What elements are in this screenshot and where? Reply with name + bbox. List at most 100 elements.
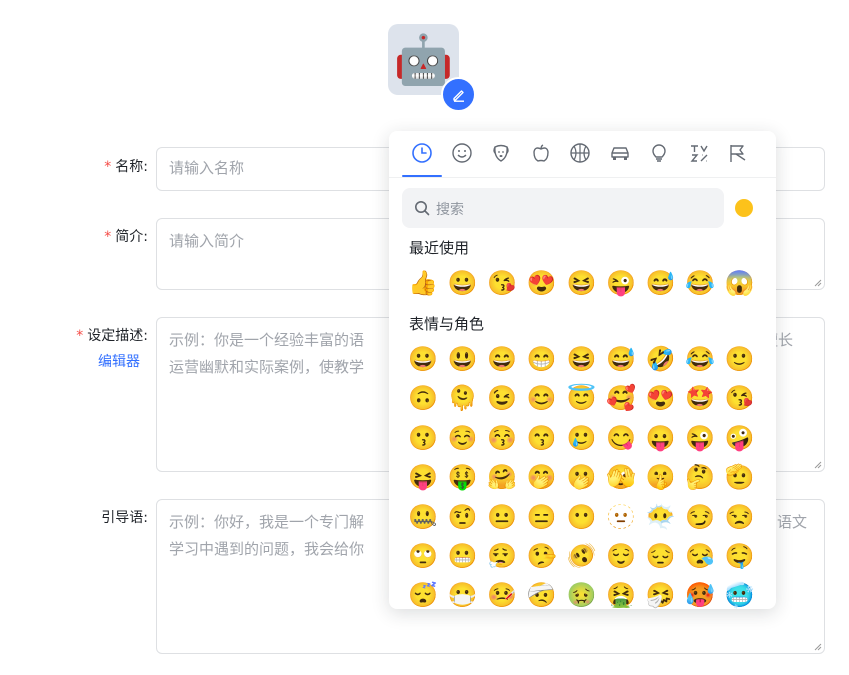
emoji-item[interactable]: 🥰: [606, 383, 636, 413]
emoji-item[interactable]: 🥲: [566, 423, 596, 453]
emoji-item[interactable]: 🤐: [408, 502, 438, 532]
emoji-item[interactable]: 🙂: [725, 344, 755, 374]
emoji-item[interactable]: 😛: [646, 423, 676, 453]
emoji-item[interactable]: 😀: [448, 268, 478, 298]
emoji-item[interactable]: 🫨: [566, 541, 596, 571]
emoji-item[interactable]: 🫥: [606, 502, 636, 532]
emoji-item[interactable]: 🤫: [646, 462, 676, 492]
edit-avatar-button[interactable]: [441, 77, 476, 112]
emoji-item[interactable]: 🤔: [685, 462, 715, 492]
section-title-smileys: 表情与角色: [409, 315, 485, 333]
tab-animals[interactable]: [489, 141, 513, 165]
emoji-item[interactable]: 😆: [566, 344, 596, 374]
resize-handle-icon[interactable]: [814, 643, 822, 651]
emoji-item[interactable]: 😌: [606, 541, 636, 571]
resize-handle-icon[interactable]: [814, 461, 822, 469]
name-placeholder: 请输入名称: [169, 159, 245, 177]
emoji-item[interactable]: 😅: [646, 268, 676, 298]
emoji-item[interactable]: 😍: [527, 268, 557, 298]
emoji-item[interactable]: 😅: [606, 344, 636, 374]
emoji-item[interactable]: 🤮: [606, 580, 636, 609]
symbols-icon: [690, 145, 708, 162]
emoji-item[interactable]: 🤢: [566, 580, 596, 609]
skin-tone-button[interactable]: [735, 199, 753, 217]
intro-placeholder: 请输入简介: [169, 232, 245, 250]
emoji-item[interactable]: ☺️: [448, 423, 478, 453]
emoji-item[interactable]: 😊: [527, 383, 557, 413]
emoji-item[interactable]: 😃: [448, 344, 478, 374]
emoji-item[interactable]: 🤤: [725, 541, 755, 571]
emoji-item[interactable]: 😂: [685, 268, 715, 298]
name-label: * 名称:: [104, 159, 148, 175]
emoji-item[interactable]: 🤒: [487, 580, 517, 609]
emoji-item[interactable]: 😙: [527, 423, 557, 453]
emoji-item[interactable]: 🫡: [725, 462, 755, 492]
tab-activities[interactable]: [568, 141, 592, 165]
dog-icon: [493, 144, 509, 162]
emoji-item[interactable]: 🫠: [448, 383, 478, 413]
tab-objects[interactable]: [647, 141, 671, 165]
emoji-item[interactable]: 😆: [566, 268, 596, 298]
emoji-item[interactable]: 😁: [527, 344, 557, 374]
emoji-item[interactable]: 😇: [566, 383, 596, 413]
emoji-item[interactable]: 😶‍🌫️: [646, 502, 676, 532]
active-tab-indicator: [402, 175, 442, 177]
emoji-item[interactable]: 😗: [408, 423, 438, 453]
tab-symbols[interactable]: [687, 141, 711, 165]
emoji-item[interactable]: 😉: [487, 383, 517, 413]
emoji-item[interactable]: 😍: [646, 383, 676, 413]
emoji-item[interactable]: 😋: [606, 423, 636, 453]
emoji-item[interactable]: 🤕: [527, 580, 557, 609]
tab-travel[interactable]: [608, 141, 632, 165]
emoji-item[interactable]: 🤩: [685, 383, 715, 413]
emoji-item[interactable]: 😴: [408, 580, 438, 609]
editor-link[interactable]: 编辑器: [98, 351, 140, 371]
resize-handle-icon[interactable]: [814, 279, 822, 287]
emoji-category-tabs: [389, 131, 776, 178]
emoji-search-input[interactable]: 搜索: [402, 188, 724, 228]
emoji-item[interactable]: 🫢: [566, 462, 596, 492]
emoji-item[interactable]: 🤭: [527, 462, 557, 492]
emoji-item[interactable]: 🥶: [725, 580, 755, 609]
tab-flags[interactable]: [726, 141, 750, 165]
emoji-item[interactable]: 😐: [487, 502, 517, 532]
emoji-item[interactable]: 🥵: [685, 580, 715, 609]
emoji-item[interactable]: 🤣: [646, 344, 676, 374]
tab-recent[interactable]: [410, 141, 434, 165]
emoji-item[interactable]: 😶: [566, 502, 596, 532]
tab-food[interactable]: [529, 141, 553, 165]
description-label: * 设定描述:: [76, 328, 148, 344]
emoji-item[interactable]: 😮‍💨: [487, 541, 517, 571]
emoji-item[interactable]: 😀: [408, 344, 438, 374]
emoji-item[interactable]: 😘: [487, 268, 517, 298]
emoji-item[interactable]: 😔: [646, 541, 676, 571]
emoji-item[interactable]: 😑: [527, 502, 557, 532]
emoji-item[interactable]: 😏: [685, 502, 715, 532]
emoji-item[interactable]: 😘: [725, 383, 755, 413]
emoji-item[interactable]: 😂: [685, 344, 715, 374]
emoji-item[interactable]: 🫣: [606, 462, 636, 492]
emoji-item[interactable]: 😚: [487, 423, 517, 453]
emoji-item[interactable]: 😪: [685, 541, 715, 571]
emoji-item[interactable]: 😱: [725, 268, 755, 298]
emoji-item[interactable]: 🤗: [487, 462, 517, 492]
emoji-item[interactable]: 😝: [408, 462, 438, 492]
emoji-item[interactable]: 😒: [725, 502, 755, 532]
intro-label: * 简介:: [104, 229, 148, 245]
basketball-icon: [570, 143, 590, 163]
robot-icon: 🤖: [393, 31, 454, 88]
emoji-item[interactable]: 😜: [685, 423, 715, 453]
emoji-item[interactable]: 🤑: [448, 462, 478, 492]
emoji-item[interactable]: 👍: [408, 268, 438, 298]
emoji-item[interactable]: 😜: [606, 268, 636, 298]
tab-smileys[interactable]: [450, 141, 474, 165]
emoji-item[interactable]: 😄: [487, 344, 517, 374]
emoji-item[interactable]: 🤨: [448, 502, 478, 532]
emoji-item[interactable]: 🙄: [408, 541, 438, 571]
emoji-item[interactable]: 🙃: [408, 383, 438, 413]
emoji-item[interactable]: 😬: [448, 541, 478, 571]
emoji-item[interactable]: 🤥: [527, 541, 557, 571]
emoji-item[interactable]: 🤪: [725, 423, 755, 453]
emoji-item[interactable]: 🤧: [646, 580, 676, 609]
emoji-item[interactable]: 😷: [448, 580, 478, 609]
